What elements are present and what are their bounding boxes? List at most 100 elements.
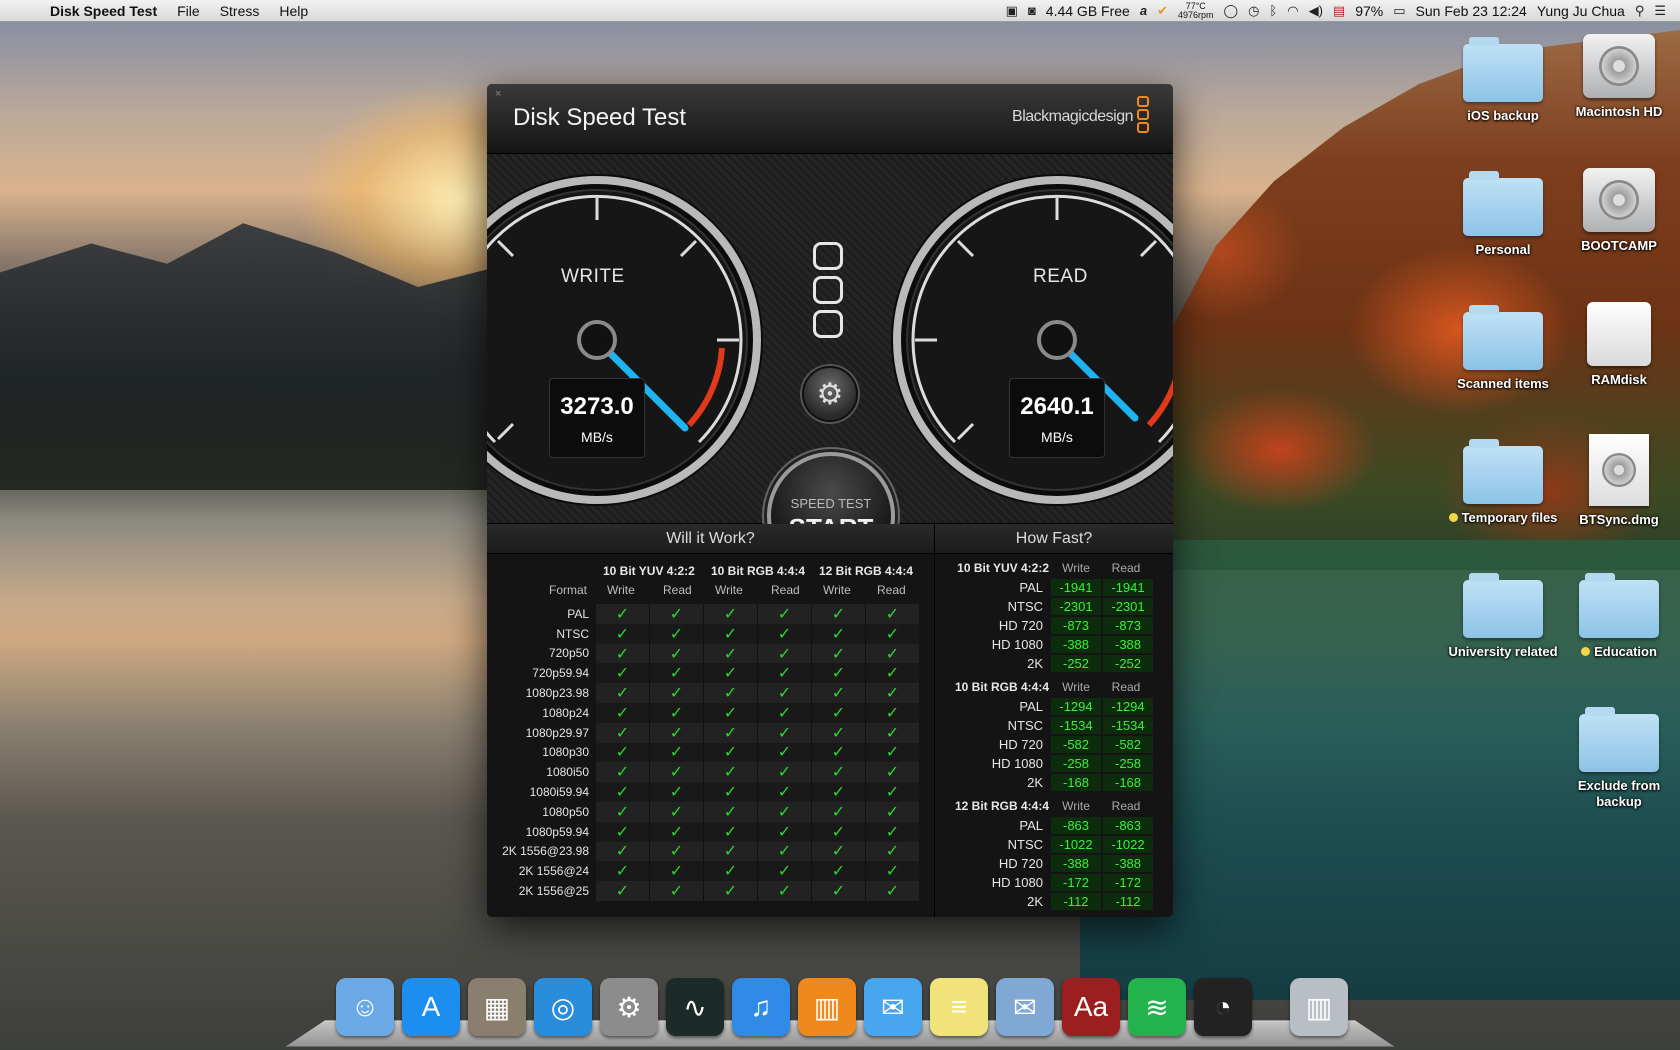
format-label: 720p50	[548, 646, 589, 661]
clock[interactable]: Sun Feb 23 12:24	[1416, 3, 1527, 19]
desktop-item-macintosh-hd[interactable]: Macintosh HD	[1564, 34, 1674, 120]
table-row: PAL ✓ ✓ ✓ ✓ ✓ ✓	[487, 604, 934, 624]
desktop-item-ios-backup[interactable]: iOS backup	[1448, 37, 1558, 124]
desktop-item-personal[interactable]: Personal	[1448, 171, 1558, 258]
write-fps-value: -2301	[1051, 598, 1101, 615]
check-icon: ✓	[811, 663, 865, 684]
check-icon: ✓	[703, 861, 757, 882]
check-icon: ✓	[595, 861, 649, 882]
check-icon: ✓	[649, 801, 703, 822]
check-icon: ✓	[649, 881, 703, 901]
check-icon: ✓	[757, 623, 811, 644]
hard-drive-icon	[1583, 168, 1655, 232]
table-row: HD 720 -582 -582	[935, 735, 1173, 754]
menu-stress[interactable]: Stress	[210, 3, 270, 19]
write-fps-value: -388	[1051, 855, 1101, 872]
table-row: 1080p50 ✓ ✓ ✓ ✓ ✓ ✓	[487, 801, 934, 822]
check-icon: ✓	[649, 663, 703, 684]
disk-speed-test-window: × Disk Speed Test Blackmagicdesign WRITE	[487, 84, 1173, 917]
bluetooth-icon[interactable]: ᛒ	[1269, 3, 1277, 18]
desktop-item-bootcamp[interactable]: BOOTCAMP	[1564, 168, 1674, 254]
format-label: 1080p23.98	[525, 686, 589, 701]
trash-icon[interactable]: ▥	[1290, 978, 1348, 1036]
dictionary-icon[interactable]: Aa	[1062, 978, 1120, 1036]
desktop-item-temporary-files[interactable]: Temporary files	[1448, 439, 1558, 526]
desktop-item-ramdisk[interactable]: RAMdisk	[1564, 302, 1674, 388]
format-label: PAL	[1019, 699, 1043, 714]
format-label: 2K	[1027, 775, 1043, 790]
chat-bubble-icon[interactable]: ◯	[1224, 3, 1239, 19]
settings-gear-button[interactable]: ⚙	[802, 366, 858, 422]
ibooks-icon[interactable]: ▥	[798, 978, 856, 1036]
read-column-header: Read	[1111, 680, 1141, 694]
close-icon[interactable]: ×	[495, 88, 501, 100]
check-icon: ✓	[595, 623, 649, 644]
finder-icon[interactable]: ☺	[336, 978, 394, 1036]
battery-percent[interactable]: 97%	[1355, 3, 1383, 19]
check-icon: ✓	[865, 623, 919, 644]
disk-free-status[interactable]: 4.44 GB Free	[1046, 3, 1130, 19]
table-row: 1080p24 ✓ ✓ ✓ ✓ ✓ ✓	[487, 702, 934, 723]
safari-icon[interactable]: ◎	[534, 978, 592, 1036]
desktop-item-label-text: Temporary files	[1461, 510, 1558, 525]
table-row: 2K 1556@23.98 ✓ ✓ ✓ ✓ ✓ ✓	[487, 841, 934, 862]
format-label: 2K 1556@24	[518, 864, 589, 879]
table-row: 1080i50 ✓ ✓ ✓ ✓ ✓ ✓	[487, 762, 934, 783]
user-name[interactable]: Yung Ju Chua	[1537, 3, 1625, 19]
camera-icon[interactable]: ◙	[1028, 3, 1036, 18]
time-machine-icon[interactable]: ◷	[1248, 3, 1259, 19]
spotify-icon[interactable]: ≋	[1128, 978, 1186, 1036]
table-row: NTSC ✓ ✓ ✓ ✓ ✓ ✓	[487, 623, 934, 644]
group-name: 10 Bit RGB 4:4:4	[954, 680, 1049, 694]
folder-icon	[1579, 573, 1659, 638]
desktop-item-university-related[interactable]: University related	[1448, 573, 1558, 660]
menu-help[interactable]: Help	[269, 3, 318, 19]
volume-icon[interactable]: ◀)	[1309, 3, 1323, 19]
wifi-icon[interactable]: ◠	[1287, 3, 1298, 19]
desktop-item-btsync-dmg[interactable]: BTSync.dmg	[1564, 434, 1674, 528]
activity-monitor-icon[interactable]: ∿	[666, 978, 724, 1036]
stickies-icon[interactable]: ≡	[930, 978, 988, 1036]
check-icon: ✓	[811, 841, 865, 862]
results-tables: Will it Work? 10 Bit YUV 4:2:2 10 Bit RG…	[487, 524, 1173, 917]
format-label: PAL	[1019, 580, 1043, 595]
how-fast-panel: How Fast? 10 Bit YUV 4:2:2 Write Read PAL -1…	[935, 524, 1173, 917]
format-label: PAL	[567, 606, 589, 621]
check-icon: ✓	[703, 722, 757, 743]
messages-icon[interactable]: ✉	[864, 978, 922, 1036]
check-icon: ✓	[649, 861, 703, 882]
how-fast-group-header: 12 Bit RGB 4:4:4 Write Read	[935, 796, 1173, 816]
desktop-item-education[interactable]: Education	[1564, 573, 1674, 660]
notification-center-icon[interactable]: ☰	[1654, 3, 1666, 19]
desktop-item-exclude-from-backup[interactable]: Exclude from backup	[1564, 707, 1674, 810]
table-row: PAL -1941 -1941	[935, 578, 1173, 597]
check-icon: ✓	[865, 722, 919, 743]
table-row: 720p50 ✓ ✓ ✓ ✓ ✓ ✓	[487, 643, 934, 664]
preview-icon[interactable]: ▦	[468, 978, 526, 1036]
system-preferences-icon[interactable]: ⚙	[600, 978, 658, 1036]
app-store-icon[interactable]: A	[402, 978, 460, 1036]
check-icon: ✓	[595, 742, 649, 763]
check-icon: ✓	[757, 881, 811, 901]
folder-icon	[1463, 171, 1543, 236]
battery-icon[interactable]: ▭	[1393, 3, 1405, 19]
disk-speed-test-icon[interactable]: ◔	[1194, 978, 1252, 1036]
how-fast-group-header: 10 Bit YUV 4:2:2 Write Read	[935, 558, 1173, 578]
check-icon: ✓	[595, 821, 649, 842]
alfred-icon[interactable]: a	[1140, 3, 1147, 18]
menu-app-name[interactable]: Disk Speed Test	[40, 3, 167, 19]
temperature-status[interactable]: 77°C 4976rpm	[1178, 1, 1214, 20]
menu-file[interactable]: File	[167, 3, 210, 19]
check-icon: ✓	[811, 722, 865, 743]
read-fps-value: -1941	[1103, 579, 1153, 596]
itunes-icon[interactable]: ♫	[732, 978, 790, 1036]
checkmark-icon[interactable]: ✔	[1157, 3, 1168, 19]
flag-icon[interactable]: ▤	[1333, 3, 1345, 19]
desktop-item-scanned-items[interactable]: Scanned items	[1448, 305, 1558, 392]
read-gauge	[891, 174, 1173, 506]
spotlight-search-icon[interactable]: ⚲	[1635, 3, 1645, 19]
dock: ☺ A ▦ ◎ ⚙ ∿ ♫ ▥ ✉ ≡ ✉ Aa ≋ ◔ ▥	[285, 978, 1395, 1050]
mail-icon[interactable]: ✉	[996, 978, 1054, 1036]
check-icon: ✓	[595, 782, 649, 802]
disk-icon[interactable]: ▣	[1006, 3, 1018, 19]
